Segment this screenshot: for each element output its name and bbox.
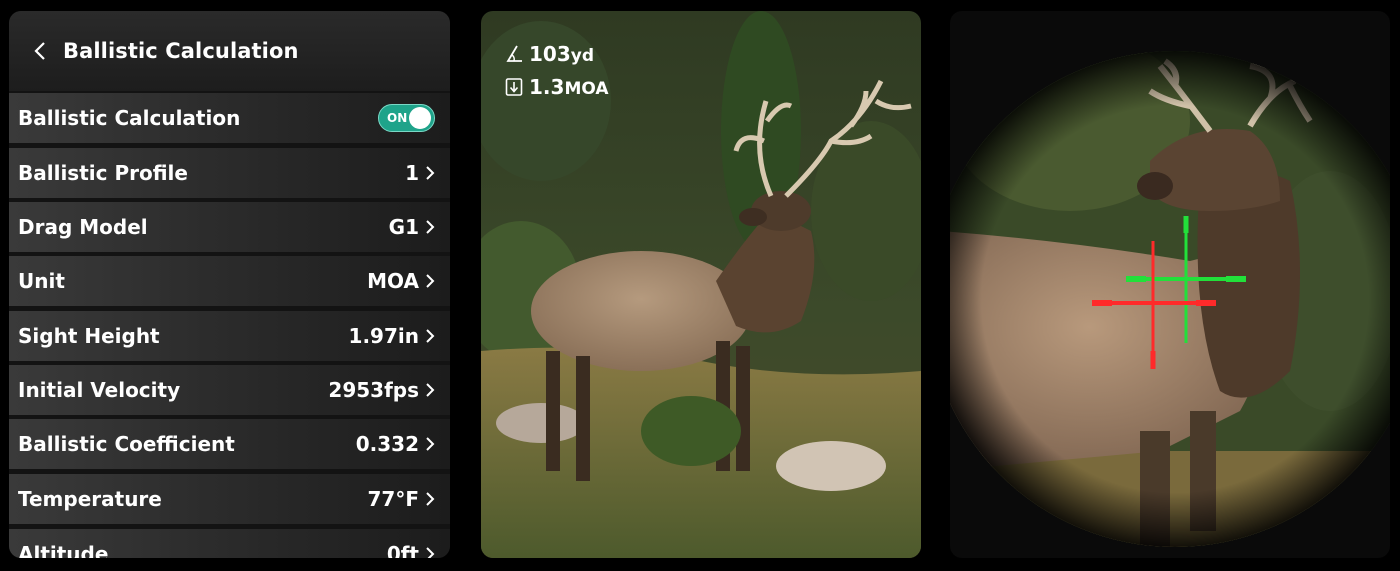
- page-title: Ballistic Calculation: [63, 39, 299, 63]
- setting-row-ballistic-profile[interactable]: Ballistic Profile 1: [9, 148, 450, 198]
- chevron-right-icon: [426, 274, 435, 288]
- drop-value: 1.3: [529, 75, 565, 99]
- setting-label: Drag Model: [18, 215, 148, 239]
- setting-value: 2953fps: [328, 378, 419, 402]
- reticle: [1092, 216, 1246, 369]
- setting-value: 0.332: [355, 432, 419, 456]
- reticle-green: [1126, 216, 1246, 343]
- distance-unit: yd: [570, 46, 595, 66]
- drop-readout: 1.3MOA: [505, 75, 609, 99]
- setting-value: 77°F: [367, 487, 420, 511]
- arrow-down-box-icon: [505, 78, 523, 96]
- setting-row-drag-model[interactable]: Drag Model G1: [9, 202, 450, 252]
- setting-row-initial-velocity[interactable]: Initial Velocity 2953fps: [9, 365, 450, 415]
- back-button[interactable]: [25, 36, 55, 66]
- chevron-right-icon: [426, 547, 435, 558]
- scope-view-panel: [950, 11, 1390, 558]
- setting-row-unit[interactable]: Unit MOA: [9, 256, 450, 306]
- setting-row-ballistic-coefficient[interactable]: Ballistic Coefficient 0.332: [9, 419, 450, 469]
- setting-label: Initial Velocity: [18, 378, 181, 402]
- drop-unit: MOA: [564, 79, 609, 99]
- setting-label: Sight Height: [18, 324, 160, 348]
- setting-value: MOA: [367, 269, 419, 293]
- ballistic-calculation-toggle[interactable]: ON: [378, 104, 435, 132]
- setting-value: G1: [388, 215, 419, 239]
- setting-row-sight-height[interactable]: Sight Height 1.97in: [9, 311, 450, 361]
- setting-value: 1.97in: [348, 324, 419, 348]
- ballistic-settings-panel: Ballistic Calculation Ballistic Calculat…: [9, 11, 450, 558]
- reticle-red: [1092, 241, 1216, 369]
- elk-camera-view: 103yd 1.3MOA: [481, 11, 921, 558]
- setting-label: Ballistic Profile: [18, 161, 188, 185]
- setting-value: 0ft: [386, 542, 419, 558]
- chevron-left-icon: [34, 42, 45, 60]
- toggle-state-text: ON: [387, 111, 408, 125]
- chevron-right-icon: [426, 383, 435, 397]
- setting-row-ballistic-calculation[interactable]: Ballistic Calculation ON: [9, 93, 450, 143]
- angle-icon: [506, 45, 522, 62]
- setting-row-altitude[interactable]: Altitude 0ft: [9, 529, 450, 558]
- setting-label: Ballistic Calculation: [18, 106, 241, 130]
- chevron-right-icon: [426, 492, 435, 506]
- toggle-knob: [409, 107, 431, 129]
- setting-row-temperature[interactable]: Temperature 77°F: [9, 474, 450, 524]
- chevron-right-icon: [426, 437, 435, 451]
- setting-label: Altitude: [18, 542, 109, 558]
- setting-value: 1: [405, 161, 419, 185]
- setting-label: Temperature: [18, 487, 162, 511]
- chevron-right-icon: [426, 329, 435, 343]
- panel-header: Ballistic Calculation: [9, 11, 450, 91]
- setting-label: Unit: [18, 269, 65, 293]
- chevron-right-icon: [426, 220, 435, 234]
- distance-value: 103: [529, 42, 571, 66]
- distance-readout: 103yd: [505, 42, 594, 66]
- chevron-right-icon: [426, 166, 435, 180]
- setting-label: Ballistic Coefficient: [18, 432, 235, 456]
